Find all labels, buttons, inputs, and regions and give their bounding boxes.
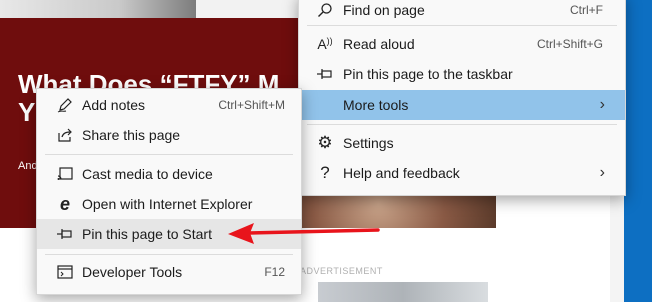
menu-item-more-tools[interactable]: More tools › [299, 90, 625, 120]
menu-item-label: Find on page [343, 2, 425, 18]
question-icon: ? [320, 163, 330, 182]
menu-separator [307, 25, 617, 26]
menu-item-open-with-internet-explorer[interactable]: e Open with Internet Explorer [37, 189, 301, 219]
menu-item-label: Settings [343, 135, 394, 151]
advertisement-label: ADVERTISEMENT [300, 266, 383, 276]
menu-item-find-on-page[interactable]: Find on page Ctrl+F [299, 0, 625, 25]
annotation-arrow [228, 223, 380, 244]
pen-icon [55, 95, 75, 115]
menu-item-label: Pin this page to the taskbar [343, 66, 513, 82]
shortcut-text: Ctrl+Shift+G [536, 37, 603, 51]
menu-item-label: Open with Internet Explorer [82, 196, 253, 212]
menu-item-share-this-page[interactable]: Share this page [37, 120, 301, 150]
menu-item-settings[interactable]: ⚙ Settings [299, 128, 625, 158]
menu-separator [307, 124, 617, 125]
cast-icon [55, 164, 75, 184]
menu-item-add-notes[interactable]: Add notes Ctrl+Shift+M [37, 90, 301, 120]
settings-and-more-menu: Find on page Ctrl+F A)) Read aloud Ctrl+… [298, 0, 626, 196]
shortcut-text: F12 [264, 265, 285, 279]
menu-separator [45, 154, 293, 155]
article-byline: And [18, 160, 38, 172]
chevron-right-icon: › [599, 164, 605, 181]
menu-item-cast-media[interactable]: Cast media to device [37, 159, 301, 189]
search-icon [315, 0, 335, 20]
menu-separator [45, 254, 293, 255]
gear-icon: ⚙ [317, 133, 333, 152]
menu-item-label: Share this page [82, 127, 181, 143]
shortcut-text: Ctrl+Shift+M [218, 98, 285, 112]
menu-item-label: Read aloud [343, 36, 415, 52]
desktop-background [624, 0, 652, 302]
developer-tools-icon [55, 262, 75, 282]
menu-item-label: Add notes [82, 97, 146, 113]
menu-item-help-and-feedback[interactable]: ? Help and feedback › [299, 158, 625, 188]
internet-explorer-icon: e [59, 193, 70, 214]
share-icon [55, 125, 75, 145]
menu-item-label: Cast media to device [82, 166, 213, 182]
menu-item-read-aloud[interactable]: A)) Read aloud Ctrl+Shift+G [299, 29, 625, 59]
shortcut-text: Ctrl+F [570, 3, 603, 17]
more-tools-submenu: Add notes Ctrl+Shift+M Share this page C… [36, 88, 302, 295]
chevron-right-icon: › [599, 96, 605, 113]
read-aloud-icon: A)) [317, 36, 333, 52]
menu-item-pin-to-taskbar[interactable]: Pin this page to the taskbar [299, 59, 625, 89]
pin-icon [55, 224, 75, 244]
menu-item-label: Help and feedback [343, 165, 460, 181]
menu-item-developer-tools[interactable]: Developer Tools F12 [37, 257, 301, 287]
menu-item-label: More tools [343, 97, 409, 113]
pin-icon [315, 64, 335, 84]
menu-item-label: Pin this page to Start [82, 226, 212, 242]
advertisement-image [318, 282, 488, 302]
menu-item-label: Developer Tools [82, 264, 183, 280]
